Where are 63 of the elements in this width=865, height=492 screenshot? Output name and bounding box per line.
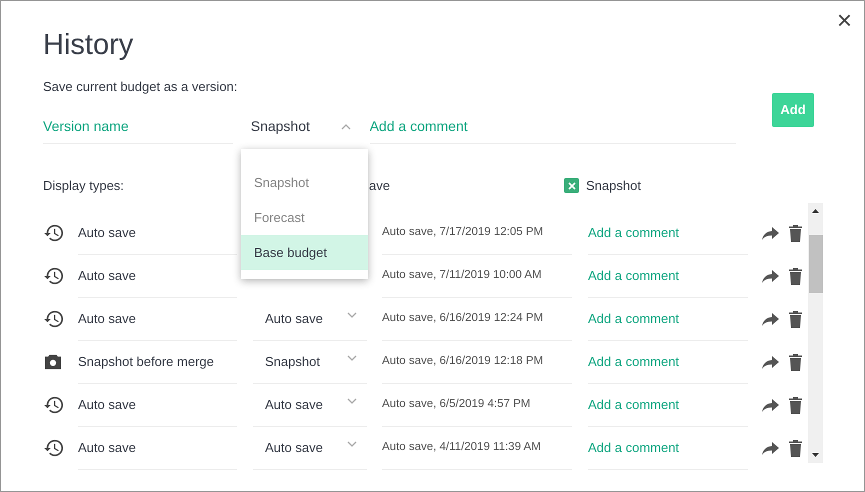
chevron-down-icon	[347, 354, 357, 360]
dropdown-option[interactable]: Forecast	[241, 200, 368, 235]
camera-icon	[44, 354, 62, 370]
trash-icon[interactable]	[789, 224, 802, 242]
add-comment-link[interactable]: Add a comment	[588, 426, 748, 470]
comment-field[interactable]: Add a comment	[370, 110, 736, 144]
dropdown-option[interactable]: Base budget	[241, 235, 368, 270]
share-arrow-icon[interactable]	[762, 270, 779, 282]
version-type-select[interactable]: Auto save	[253, 384, 367, 426]
add-comment-link[interactable]: Add a comment	[588, 384, 748, 426]
dropdown-option[interactable]: Snapshot	[241, 165, 368, 200]
filter-label: ave	[369, 178, 390, 193]
history-icon	[44, 267, 64, 285]
history-icon	[44, 396, 64, 414]
filter-checkbox[interactable]: Snapshot	[564, 176, 641, 196]
close-button[interactable]: ×	[836, 7, 852, 33]
share-arrow-icon[interactable]	[762, 226, 779, 240]
share-arrow-icon[interactable]	[762, 356, 779, 368]
version-type-select[interactable]: Auto save	[253, 426, 367, 470]
version-date-cell: Auto save, 6/16/2019 12:18 PM	[382, 340, 572, 384]
chevron-down-icon	[347, 398, 357, 404]
add-comment-link[interactable]: Add a comment	[588, 298, 748, 340]
trash-icon[interactable]	[789, 440, 802, 456]
share-arrow-icon[interactable]	[762, 442, 779, 454]
add-comment-link[interactable]: Add a comment	[588, 254, 748, 298]
history-icon	[44, 439, 64, 457]
trash-icon[interactable]	[789, 354, 802, 370]
version-name-cell: Auto save	[78, 254, 237, 298]
scrollbar[interactable]	[808, 202, 823, 462]
version-type-select[interactable]: Auto save	[253, 298, 367, 340]
chevron-down-icon	[347, 440, 357, 446]
version-name-cell: Auto save	[78, 298, 237, 340]
share-arrow-icon[interactable]	[762, 398, 779, 412]
trash-icon[interactable]	[789, 310, 802, 328]
save-section-label: Save current budget as a version:	[43, 78, 238, 96]
history-icon	[44, 310, 64, 328]
check-x-icon	[568, 182, 576, 190]
trash-icon[interactable]	[789, 396, 802, 414]
version-date-cell: Auto save, 7/17/2019 12:05 PM	[382, 212, 572, 254]
version-date-cell: Auto save, 6/5/2019 4:57 PM	[382, 384, 572, 426]
dialog-title: History	[43, 28, 134, 63]
version-date-cell: Auto save, 4/11/2019 11:39 AM	[382, 426, 572, 470]
add-comment-link[interactable]: Add a comment	[588, 212, 748, 254]
version-name-cell: Auto save	[78, 426, 237, 470]
history-icon	[44, 224, 64, 242]
trash-icon[interactable]	[789, 268, 802, 284]
chevron-up-icon	[340, 124, 351, 130]
add-comment-link[interactable]: Add a comment	[588, 340, 748, 384]
version-date-cell: Auto save, 6/16/2019 12:24 PM	[382, 298, 572, 340]
version-date-cell: Auto save, 7/11/2019 10:00 AM	[382, 254, 572, 298]
share-arrow-icon[interactable]	[762, 312, 779, 326]
version-name-cell: Auto save	[78, 384, 237, 426]
version-type-select[interactable]: Snapshot	[253, 340, 367, 384]
scroll-down-icon[interactable]	[812, 452, 819, 456]
display-types-label: Display types:	[43, 178, 124, 193]
scrollbar-thumb[interactable]	[808, 234, 822, 292]
chevron-down-icon	[347, 312, 357, 318]
version-name-cell: Auto save	[78, 212, 237, 254]
type-select[interactable]: Snapshot	[250, 110, 351, 144]
add-button[interactable]: Add	[772, 92, 814, 126]
scroll-up-icon[interactable]	[812, 208, 819, 212]
version-name-field[interactable]: Version name	[43, 110, 233, 144]
version-name-cell: Snapshot before merge	[78, 340, 237, 384]
